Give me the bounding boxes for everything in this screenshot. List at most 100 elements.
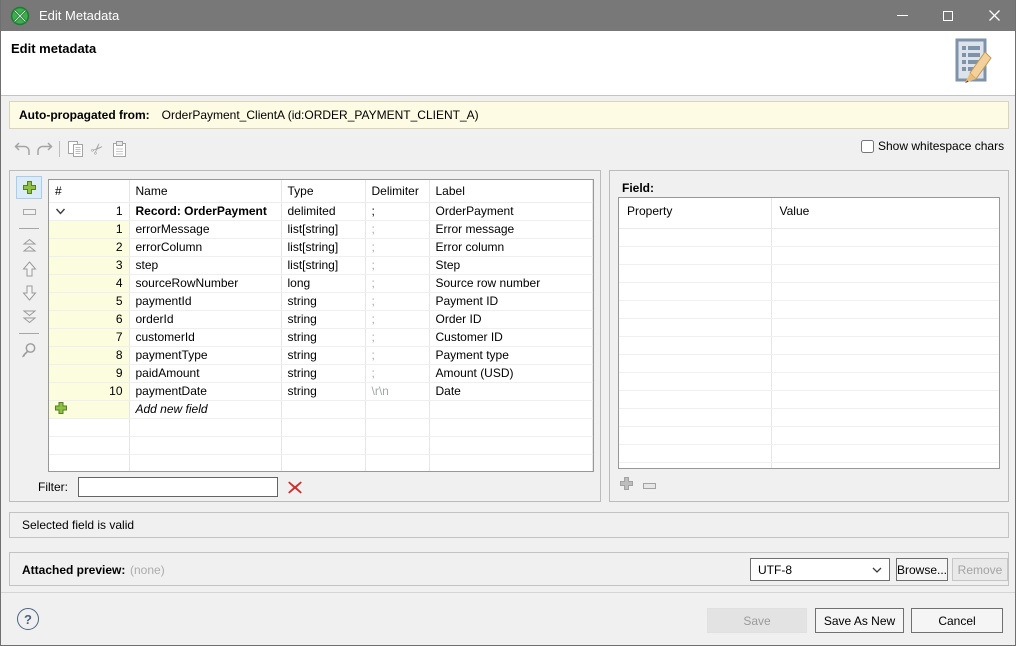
field-name-cell[interactable]: paymentId: [129, 292, 281, 310]
field-row-step[interactable]: 3steplist[string];Step: [49, 256, 593, 274]
field-type-cell[interactable]: string: [281, 382, 365, 400]
copy-button[interactable]: [64, 138, 86, 160]
redo-button[interactable]: [33, 138, 55, 160]
field-num-cell[interactable]: 8: [49, 346, 129, 364]
show-whitespace-checkbox[interactable]: Show whitespace chars: [861, 139, 1004, 153]
move-down-button[interactable]: [16, 281, 42, 304]
field-num-cell[interactable]: 1: [49, 220, 129, 238]
paste-button[interactable]: [108, 138, 130, 160]
record-type-cell[interactable]: delimited: [281, 202, 365, 220]
field-name-cell[interactable]: paidAmount: [129, 364, 281, 382]
field-delimiter-cell[interactable]: ;: [365, 364, 429, 382]
field-label-cell[interactable]: Amount (USD): [429, 364, 593, 382]
move-bottom-button[interactable]: [16, 305, 42, 328]
field-label-cell[interactable]: Error message: [429, 220, 593, 238]
help-icon[interactable]: [17, 608, 39, 630]
field-name-cell[interactable]: paymentDate: [129, 382, 281, 400]
field-name-cell[interactable]: errorMessage: [129, 220, 281, 238]
show-whitespace-input[interactable]: [861, 140, 874, 153]
field-row-paymentDate[interactable]: 10paymentDatestring\r\nDate: [49, 382, 593, 400]
field-type-cell[interactable]: string: [281, 364, 365, 382]
field-label-cell[interactable]: Order ID: [429, 310, 593, 328]
remove-field-button[interactable]: [16, 200, 42, 223]
add-field-num-cell[interactable]: [49, 400, 129, 418]
remove-preview-button[interactable]: Remove: [952, 558, 1008, 581]
cut-button[interactable]: ✂: [86, 138, 108, 160]
field-delimiter-cell[interactable]: ;: [365, 256, 429, 274]
field-type-cell[interactable]: list[string]: [281, 220, 365, 238]
field-num-cell[interactable]: 7: [49, 328, 129, 346]
field-label-cell[interactable]: Date: [429, 382, 593, 400]
field-name-cell[interactable]: paymentType: [129, 346, 281, 364]
close-button[interactable]: [971, 0, 1016, 31]
record-row[interactable]: 1Record: OrderPaymentdelimited;OrderPaym…: [49, 202, 593, 220]
field-delimiter-cell[interactable]: ;: [365, 274, 429, 292]
move-top-button[interactable]: [16, 233, 42, 256]
field-delimiter-cell[interactable]: ;: [365, 328, 429, 346]
field-label-cell[interactable]: Source row number: [429, 274, 593, 292]
field-delimiter-cell[interactable]: ;: [365, 292, 429, 310]
add-new-field-row[interactable]: Add new field: [49, 400, 593, 418]
filter-input[interactable]: [78, 477, 278, 497]
field-num-cell[interactable]: 9: [49, 364, 129, 382]
field-row-paymentId[interactable]: 5paymentIdstring;Payment ID: [49, 292, 593, 310]
field-num-cell[interactable]: 3: [49, 256, 129, 274]
field-name-cell[interactable]: orderId: [129, 310, 281, 328]
minimize-button[interactable]: [879, 0, 925, 31]
field-row-errorColumn[interactable]: 2errorColumnlist[string];Error column: [49, 238, 593, 256]
field-type-cell[interactable]: long: [281, 274, 365, 292]
save-as-new-button[interactable]: Save As New: [815, 608, 904, 633]
add-field-button[interactable]: [16, 176, 42, 199]
field-label-cell[interactable]: Error column: [429, 238, 593, 256]
field-delimiter-cell[interactable]: ;: [365, 346, 429, 364]
field-delimiter-cell[interactable]: ;: [365, 238, 429, 256]
add-new-field-label[interactable]: Add new field: [129, 400, 281, 418]
undo-button[interactable]: [11, 138, 33, 160]
titlebar[interactable]: Edit Metadata: [1, 0, 1016, 31]
clear-filter-button[interactable]: [288, 481, 302, 494]
field-num-cell[interactable]: 6: [49, 310, 129, 328]
field-num-cell[interactable]: 5: [49, 292, 129, 310]
field-type-cell[interactable]: list[string]: [281, 238, 365, 256]
field-row-customerId[interactable]: 7customerIdstring;Customer ID: [49, 328, 593, 346]
cancel-button[interactable]: Cancel: [911, 608, 1003, 633]
field-delimiter-cell[interactable]: ;: [365, 220, 429, 238]
add-new-field-row-cell[interactable]: [429, 400, 593, 418]
field-type-cell[interactable]: string: [281, 346, 365, 364]
add-property-button[interactable]: [620, 477, 633, 493]
field-row-paidAmount[interactable]: 9paidAmountstring;Amount (USD): [49, 364, 593, 382]
move-up-button[interactable]: [16, 257, 42, 280]
encoding-select[interactable]: UTF-8: [750, 558, 890, 581]
field-type-cell[interactable]: string: [281, 328, 365, 346]
add-new-field-row-cell[interactable]: [281, 400, 365, 418]
field-label-cell[interactable]: Payment ID: [429, 292, 593, 310]
field-name-cell[interactable]: customerId: [129, 328, 281, 346]
find-button[interactable]: [16, 338, 42, 361]
record-num-cell[interactable]: 1: [49, 202, 129, 220]
field-num-cell[interactable]: 10: [49, 382, 129, 400]
field-delimiter-cell[interactable]: ;: [365, 310, 429, 328]
record-delimiter-cell[interactable]: ;: [365, 202, 429, 220]
field-row-errorMessage[interactable]: 1errorMessagelist[string];Error message: [49, 220, 593, 238]
add-new-field-row-cell[interactable]: [365, 400, 429, 418]
field-name-cell[interactable]: step: [129, 256, 281, 274]
field-label-cell[interactable]: Step: [429, 256, 593, 274]
record-label-cell[interactable]: OrderPayment: [429, 202, 593, 220]
field-name-cell[interactable]: errorColumn: [129, 238, 281, 256]
browse-button[interactable]: Browse...: [896, 558, 948, 581]
save-button[interactable]: Save: [707, 608, 807, 633]
field-type-cell[interactable]: string: [281, 310, 365, 328]
field-num-cell[interactable]: 4: [49, 274, 129, 292]
field-row-paymentType[interactable]: 8paymentTypestring;Payment type: [49, 346, 593, 364]
field-label-cell[interactable]: Payment type: [429, 346, 593, 364]
field-type-cell[interactable]: list[string]: [281, 256, 365, 274]
maximize-button[interactable]: [925, 0, 971, 31]
field-num-cell[interactable]: 2: [49, 238, 129, 256]
collapse-chevron-icon[interactable]: [55, 204, 66, 218]
field-name-cell[interactable]: sourceRowNumber: [129, 274, 281, 292]
remove-property-button[interactable]: [643, 478, 656, 492]
field-label-cell[interactable]: Customer ID: [429, 328, 593, 346]
field-row-orderId[interactable]: 6orderIdstring;Order ID: [49, 310, 593, 328]
field-delimiter-cell[interactable]: \r\n: [365, 382, 429, 400]
record-name-cell[interactable]: Record: OrderPayment: [129, 202, 281, 220]
